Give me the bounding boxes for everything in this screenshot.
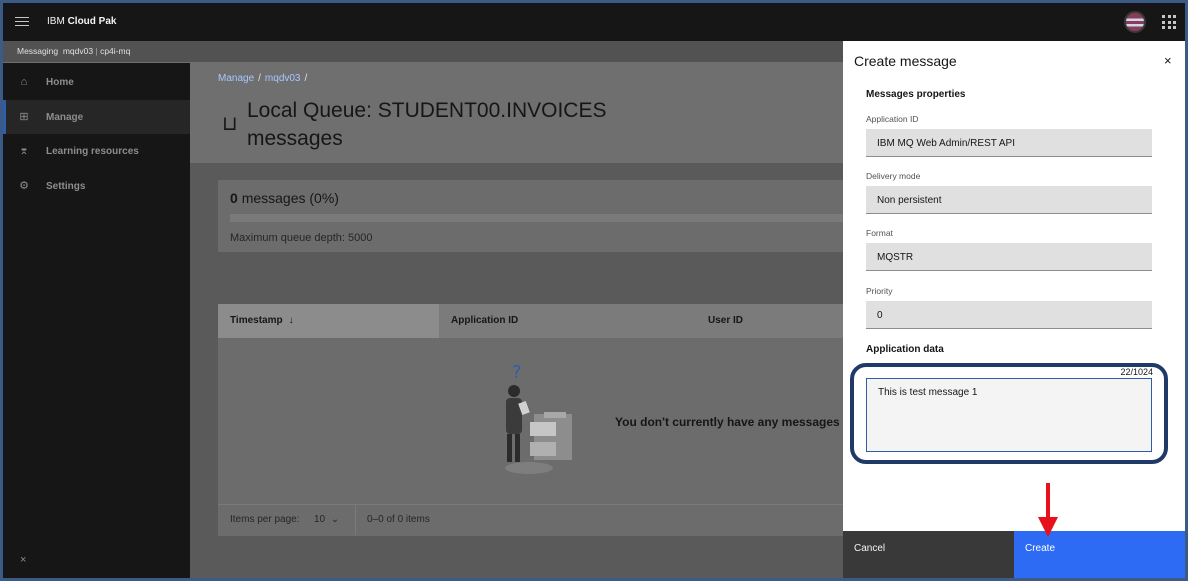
brand-name: IBM Cloud Pak	[47, 16, 117, 27]
format-field[interactable]: MQSTR	[866, 243, 1152, 271]
application-id-field[interactable]: IBM MQ Web Admin/REST API	[866, 129, 1152, 157]
app-window: IBM Cloud Pak Messaging mqdv03 | cp4i-mq…	[0, 0, 1188, 581]
breadcrumb: Manage / mqdv03/	[218, 73, 308, 84]
application-data-textarea[interactable]: This is test message 1	[866, 378, 1152, 452]
column-header-timestamp[interactable]: Timestamp ↓	[218, 304, 439, 338]
pagination: Items per page: 10 ⌄ 0–0 of 0 items	[218, 504, 843, 535]
queue-depth-progress	[230, 214, 843, 222]
sidebar-item-home[interactable]: ⌂ Home	[3, 65, 190, 99]
priority-field[interactable]: 0	[866, 301, 1152, 329]
messages-table: Timestamp ↓ Application ID User ID ? You …	[218, 304, 845, 536]
panel-title: Create message	[854, 53, 957, 69]
create-message-panel: Create message × Messages properties App…	[843, 41, 1185, 578]
create-button[interactable]: Create	[1014, 531, 1185, 578]
table-header: Timestamp ↓ Application ID User ID	[218, 304, 843, 338]
learning-icon: ⌆	[19, 145, 29, 157]
application-id-label: Application ID	[866, 114, 919, 124]
context-bar: Messaging mqdv03 | cp4i-mq	[3, 41, 843, 63]
grid-icon: ⊞	[19, 111, 29, 123]
message-count: 0 messages (0%)	[230, 190, 339, 206]
arrow-down-icon: ↓	[288, 315, 294, 326]
annotation-arrow	[1038, 483, 1058, 537]
queue-depth-card: 0 messages (0%) Maximum queue depth: 500…	[218, 180, 843, 252]
cancel-button[interactable]: Cancel	[843, 531, 1014, 578]
column-header-application-id[interactable]: Application ID	[451, 304, 518, 338]
top-header: IBM Cloud Pak	[3, 3, 1185, 41]
priority-label: Priority	[866, 286, 893, 296]
context-breadcrumb: Messaging mqdv03 | cp4i-mq	[17, 46, 131, 56]
chevron-down-icon: ⌄	[330, 514, 340, 525]
delivery-mode-field[interactable]: Non persistent	[866, 186, 1152, 214]
sidebar-item-learning-resources[interactable]: ⌆ Learning resources	[3, 134, 190, 168]
sidebar-item-manage[interactable]: ⊞ Manage	[3, 100, 190, 134]
queue-icon: ⊔	[222, 113, 238, 135]
breadcrumb-manage[interactable]: Manage	[218, 73, 254, 84]
close-icon[interactable]: ×	[1164, 53, 1172, 68]
section-messages-properties: Messages properties	[866, 89, 966, 100]
panel-body: Messages properties Application ID IBM M…	[843, 79, 1185, 531]
breadcrumb-mqdv03[interactable]: mqdv03	[265, 73, 301, 84]
gear-icon: ⚙	[19, 180, 29, 192]
panel-footer: Cancel Create	[843, 531, 1185, 578]
home-icon: ⌂	[20, 76, 28, 88]
character-counter: 22/1024	[1120, 367, 1153, 377]
main-content: Manage / mqdv03/ ⊔ Local Queue: STUDENT00.…	[190, 63, 845, 578]
user-avatar[interactable]	[1124, 11, 1146, 33]
pager-divider	[355, 505, 356, 535]
panel-header: Create message ×	[843, 41, 1185, 79]
page-title: Local Queue: STUDENT00.INVOICES messages	[247, 99, 607, 150]
app-switcher-icon[interactable]	[1162, 15, 1176, 29]
sidebar: ⌂ Home ⊞ Manage ⌆ Learning resources ⚙ S…	[3, 63, 190, 578]
empty-state-message: You don't currently have any messages to…	[615, 415, 845, 429]
close-sidebar-icon[interactable]: ×	[20, 554, 26, 566]
format-label: Format	[866, 228, 893, 238]
max-queue-depth: Maximum queue depth: 5000	[230, 232, 373, 244]
menu-icon[interactable]	[15, 14, 29, 28]
svg-text:?: ?	[512, 362, 522, 383]
items-per-page-select[interactable]: 10 ⌄	[314, 514, 339, 525]
empty-state-illustration: ?	[505, 362, 572, 474]
sidebar-item-settings[interactable]: ⚙ Settings	[3, 169, 190, 203]
section-application-data: Application data	[866, 344, 944, 355]
delivery-mode-label: Delivery mode	[866, 171, 921, 181]
column-header-user-id[interactable]: User ID	[708, 304, 743, 338]
pager-range: 0–0 of 0 items	[367, 514, 430, 525]
